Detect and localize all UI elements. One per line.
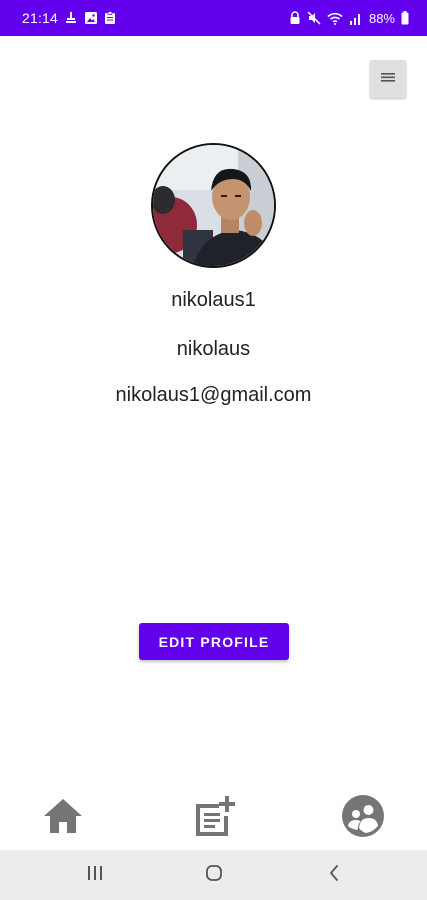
avatar-photo: [153, 145, 274, 266]
usb-debug-icon: [64, 11, 78, 25]
profile-icon: [340, 793, 386, 844]
wifi-icon: [327, 12, 343, 25]
nav-home-button[interactable]: [39, 794, 87, 842]
status-bar: 21:14 88%: [0, 0, 427, 36]
bottom-navigation: [0, 790, 427, 850]
nav-add-post-button[interactable]: [190, 794, 238, 842]
name-text: nikolaus: [176, 338, 251, 360]
battery-percentage: 88%: [368, 10, 395, 26]
battery-icon: [401, 11, 409, 25]
status-right: 88%: [289, 11, 409, 26]
status-time: 21:14: [22, 10, 59, 26]
hamburger-menu-icon: [380, 70, 396, 88]
system-home-button[interactable]: [199, 862, 229, 888]
status-left: 21:14: [22, 10, 116, 26]
gallery-icon: [84, 11, 98, 25]
back-button[interactable]: [319, 862, 349, 888]
back-icon: [328, 864, 340, 887]
add-post-icon: [192, 794, 236, 843]
menu-button[interactable]: [370, 60, 406, 98]
recents-button[interactable]: [80, 862, 110, 888]
recents-icon: [86, 865, 104, 886]
profile-avatar[interactable]: [151, 143, 276, 268]
lock-icon: [289, 11, 301, 25]
nav-profile-button[interactable]: [339, 794, 387, 842]
email-text: nikolaus1@gmail.com: [115, 384, 312, 406]
home-icon: [41, 796, 85, 841]
home-circle-icon: [205, 864, 223, 887]
mute-icon: [307, 11, 321, 25]
system-navigation-bar: [0, 850, 427, 900]
signal-icon: [349, 12, 361, 25]
edit-profile-button[interactable]: EDIT PROFILE: [139, 623, 289, 660]
profile-screen: 21:14 88% nikolaus1 nikolaus nikolaus1@g…: [0, 0, 427, 900]
username-text: nikolaus1: [171, 289, 256, 311]
clipboard-icon: [104, 11, 116, 25]
